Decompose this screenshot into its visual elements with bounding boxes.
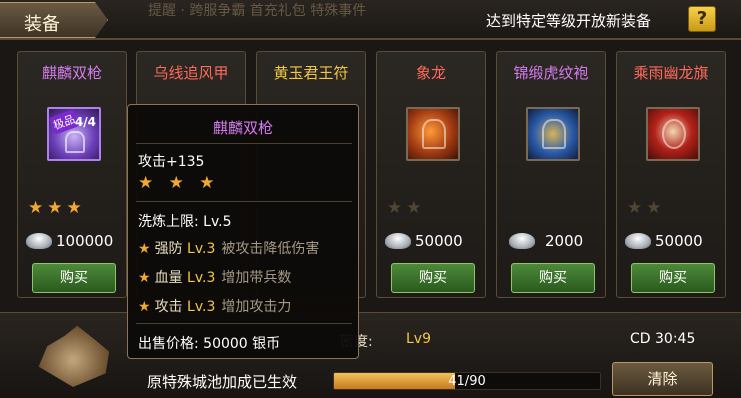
tab-equipment[interactable]: 装备 <box>0 2 108 38</box>
progress-text: 41/90 <box>448 374 486 389</box>
equipment-name: 黄玉君王符 <box>273 64 349 82</box>
divider <box>136 201 352 202</box>
star-empty-icon: ★ <box>627 198 647 218</box>
header-bar: 装备 提醒 · 跨服争霸 首充礼包 特殊事件 达到特定等级开放新装备 ? <box>0 0 741 40</box>
price: 2000 <box>545 232 584 250</box>
silver-ingot-icon <box>26 233 52 249</box>
star-empty-icon: ★ <box>646 198 666 218</box>
equipment-card[interactable]: 锦缎虎纹袍 2000 购买 <box>496 51 606 298</box>
star-icon: ★ <box>138 299 151 315</box>
star-icon: ★ <box>138 270 151 286</box>
spear-icon[interactable]: 极品 4/4 <box>47 107 101 161</box>
tooltip-star-rating: ★ ★ ★ <box>138 173 220 193</box>
equipment-name: 象龙 <box>415 64 446 82</box>
density-progress-bar: 41/90 <box>333 372 601 390</box>
price-row: 100000 <box>26 232 113 250</box>
tooltip-attribute: ★ 强防 Lv.3 被攻击降低伤害 <box>138 238 319 258</box>
price: 100000 <box>56 232 114 250</box>
equipment-name: 乘雨幽龙旗 <box>633 64 709 82</box>
warhorse-icon[interactable] <box>406 107 460 161</box>
equipment-card[interactable]: 麒麟双枪 极品 4/4 ★★★ 100000 购买 <box>17 51 127 298</box>
horse-head-shape <box>422 119 446 149</box>
buy-button[interactable]: 购买 <box>391 263 475 293</box>
star-icon: ★ <box>47 198 67 218</box>
star-rating: ★★ <box>627 198 666 218</box>
star-icon: ★ <box>28 198 48 218</box>
attribute-desc: 被攻击降低伤害 <box>221 241 320 257</box>
silver-ingot-icon <box>509 233 535 249</box>
price: 50000 <box>655 232 703 250</box>
attribute-name: 强防 <box>154 241 183 257</box>
star-rating: ★★ <box>387 198 426 218</box>
attribute-name: 攻击 <box>154 299 183 315</box>
density-level: Lv9 <box>406 331 431 347</box>
tooltip-sell-price: 出售价格: 50000 银币 <box>138 336 281 352</box>
robe-shape <box>542 119 566 149</box>
star-icon: ★ <box>66 198 86 218</box>
star-rating: ★★★ <box>28 198 86 218</box>
price-row: 2000 <box>509 232 583 250</box>
clear-button[interactable]: 清除 <box>612 362 713 396</box>
price-row: 50000 <box>625 232 703 250</box>
equipment-name: 乌线追风甲 <box>153 64 229 82</box>
silver-ingot-icon <box>625 233 651 249</box>
attribute-name: 血量 <box>154 270 183 286</box>
help-button[interactable]: ? <box>688 6 716 32</box>
cooldown-timer: CD 30:45 <box>630 331 696 347</box>
attribute-level: Lv.3 <box>187 241 216 257</box>
tooltip-attribute: ★ 血量 Lv.3 增加带兵数 <box>138 267 291 287</box>
divider <box>136 143 352 144</box>
silver-ingot-icon <box>385 233 411 249</box>
axe-head-shape <box>65 131 85 153</box>
star-empty-icon: ★ <box>406 198 426 218</box>
equipment-card[interactable]: 象龙 ★★ 50000 购买 <box>376 51 486 298</box>
attribute-level: Lv.3 <box>187 299 216 315</box>
star-empty-icon: ★ <box>387 198 407 218</box>
equipment-name: 锦缎虎纹袍 <box>513 64 589 82</box>
star-icon: ★ <box>138 241 151 257</box>
price-row: 50000 <box>385 232 463 250</box>
scrolling-announcement: 提醒 · 跨服争霸 首充礼包 特殊事件 <box>148 3 367 19</box>
buy-button[interactable]: 购买 <box>511 263 595 293</box>
level-unlock-notice: 达到特定等级开放新装备 <box>486 12 652 30</box>
tooltip-title: 麒麟双枪 <box>212 119 273 137</box>
equipment-name: 麒麟双枪 <box>41 64 102 82</box>
attribute-level: Lv.3 <box>187 270 216 286</box>
equipment-card[interactable]: 乘雨幽龙旗 ★★ 50000 购买 <box>616 51 726 298</box>
price: 50000 <box>415 232 463 250</box>
attribute-desc: 增加攻击力 <box>221 299 292 315</box>
attribute-desc: 增加带兵数 <box>221 270 292 286</box>
equipment-tooltip: 麒麟双枪 攻击+135 ★ ★ ★ 洗炼上限: Lv.5 ★ 强防 Lv.3 被攻击… <box>127 104 359 359</box>
banner-emblem-shape <box>662 119 686 149</box>
tooltip-attack: 攻击+135 <box>138 154 205 170</box>
count-badge: 4/4 <box>74 115 96 129</box>
tooltip-attribute: ★ 攻击 Lv.3 增加攻击力 <box>138 296 291 316</box>
city-bonus-status: 原特殊城池加成已生效 <box>147 373 298 391</box>
robe-icon[interactable] <box>526 107 580 161</box>
flag-icon[interactable] <box>646 107 700 161</box>
divider <box>136 323 352 324</box>
buy-button[interactable]: 购买 <box>32 263 116 293</box>
buy-button[interactable]: 购买 <box>631 263 715 293</box>
tooltip-refine-limit: 洗炼上限: Lv.5 <box>138 214 232 230</box>
